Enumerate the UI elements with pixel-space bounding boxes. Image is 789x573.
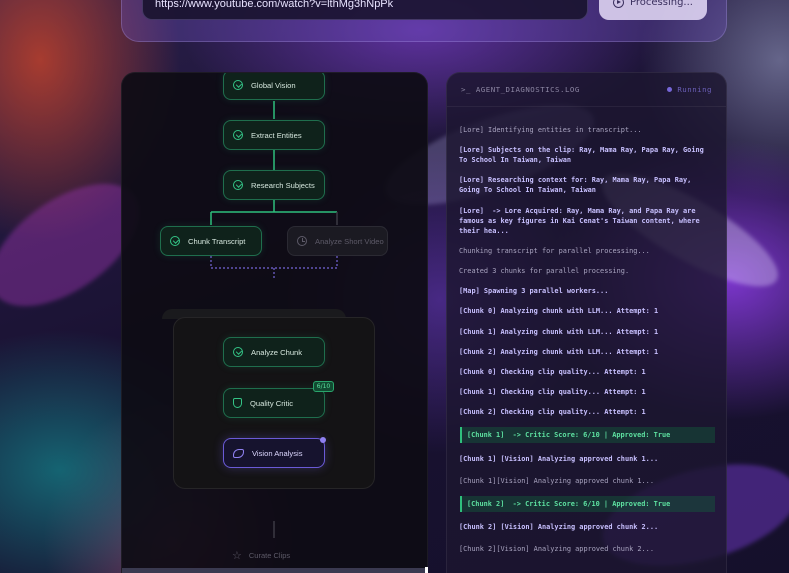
log-line: [Chunk 1] Checking clip quality... Attem… <box>459 388 646 397</box>
log-line: [Lore] -> Lore Acquired: Ray, Mama Ray, … <box>459 206 704 235</box>
processing-button-label: Processing... <box>630 0 693 8</box>
log-output[interactable]: [Lore] Identifying entities in transcrip… <box>459 125 715 564</box>
node-label: Curate Clips <box>248 551 291 560</box>
log-line: [Chunk 2] Analyzing chunk with LLM... At… <box>459 347 659 356</box>
log-line: [Chunk 1] [Vision] Analyzing approved ch… <box>459 454 659 463</box>
log-line: [Lore] Identifying entities in transcrip… <box>459 126 642 134</box>
log-line: [Chunk 0] Checking clip quality... Attem… <box>459 367 646 376</box>
check-circle-icon <box>233 130 243 140</box>
diagnostics-title: >_ AGENT_DIAGNOSTICS.LOG <box>461 85 580 94</box>
log-line: [Lore] Researching context for: Ray, Mam… <box>459 176 696 195</box>
shield-check-icon <box>233 398 242 408</box>
active-node-indicator <box>320 437 326 443</box>
check-circle-icon <box>233 80 243 90</box>
node-label: Global Vision <box>251 80 296 90</box>
node-analyze-chunk[interactable]: Analyze Chunk <box>223 337 325 367</box>
play-circle-icon <box>613 0 625 8</box>
node-global-vision[interactable]: Global Vision <box>223 73 325 100</box>
log-line: [Chunk 2] Checking clip quality... Attem… <box>459 408 646 417</box>
node-extract-entities[interactable]: Extract Entities <box>223 120 325 150</box>
node-vision-analysis[interactable]: Vision Analysis <box>223 438 325 468</box>
node-label: Quality Critic <box>250 398 294 408</box>
log-line: [Chunk 2] [Vision] Analyzing approved ch… <box>459 523 659 531</box>
node-curate-clips[interactable]: ☆ Curate Clips <box>232 549 290 562</box>
processing-button[interactable]: Processing... <box>599 0 707 20</box>
status-indicator: Running <box>667 85 712 94</box>
node-analyze-short-video[interactable]: Analyze Short Video <box>287 226 388 256</box>
mouse-cursor <box>425 567 428 573</box>
node-label: Vision Analysis <box>252 448 303 458</box>
node-label: Analyze Chunk <box>251 347 303 357</box>
clock-icon <box>297 236 307 246</box>
node-label: Analyze Short Video <box>315 236 384 246</box>
check-circle-icon <box>170 236 180 246</box>
diagnostics-panel: >_ AGENT_DIAGNOSTICS.LOG Running [Lore] … <box>446 72 727 573</box>
horizontal-scrollbar[interactable] <box>122 568 427 573</box>
check-circle-icon <box>233 347 243 357</box>
log-line: [Chunk 1] Analyzing chunk with LLM... At… <box>459 327 659 336</box>
log-line: [Chunk 2] -> Critic Score: 6/10 | Approv… <box>460 495 715 512</box>
critic-score-badge: 6/10 <box>313 381 334 392</box>
log-line: Created 3 chunks for parallel processing… <box>459 266 630 275</box>
node-label: Extract Entities <box>251 130 302 140</box>
node-label: Chunk Transcript <box>188 236 246 246</box>
eye-icon <box>233 448 244 458</box>
node-label: Research Subjects <box>251 180 315 190</box>
log-line: [Chunk 0] Analyzing chunk with LLM... At… <box>459 307 659 316</box>
status-dot-icon <box>667 87 673 92</box>
node-chunk-transcript[interactable]: Chunk Transcript <box>160 226 262 256</box>
node-research-subjects[interactable]: Research Subjects <box>223 170 325 200</box>
log-line: [Chunk 2][Vision] Analyzing approved chu… <box>459 545 654 553</box>
log-line: [Lore] Subjects on the clip: Ray, Mama R… <box>459 146 708 165</box>
log-line: [Chunk 1][Vision] Analyzing approved chu… <box>459 476 654 485</box>
star-icon: ☆ <box>232 550 242 562</box>
diagnostics-header: >_ AGENT_DIAGNOSTICS.LOG Running <box>447 73 726 107</box>
log-line: [Map] Spawning 3 parallel workers... <box>459 287 609 296</box>
log-line: Chunking transcript for parallel process… <box>459 246 650 255</box>
agent-flow-panel: Global Vision Extract Entities Research … <box>121 72 428 573</box>
check-circle-icon <box>233 180 243 190</box>
node-quality-critic[interactable]: Quality Critic <box>223 388 325 418</box>
video-url-input[interactable]: https://www.youtube.com/watch?v=lthMg3hN… <box>142 0 588 20</box>
status-label: Running <box>677 85 712 94</box>
log-line: [Chunk 1] -> Critic Score: 6/10 | Approv… <box>460 427 715 444</box>
